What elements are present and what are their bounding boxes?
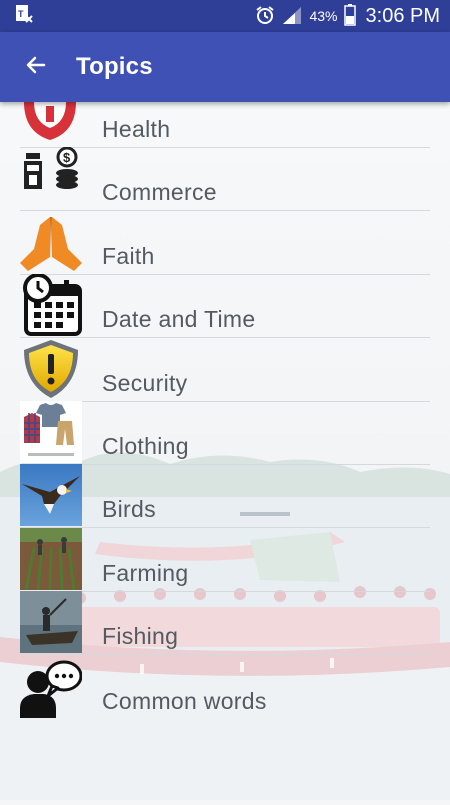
list-item-fishing[interactable]: Fishing [20, 591, 430, 656]
list-item-clothing[interactable]: Clothing [20, 400, 430, 465]
topic-label: Farming [102, 559, 189, 586]
topic-label: Birds [102, 496, 156, 523]
signal-icon [281, 5, 303, 28]
bird-image [20, 464, 82, 527]
topic-label: Security [102, 369, 188, 396]
calendar-clock-icon [20, 274, 82, 337]
list-item-date-and-time[interactable]: Date and Time [20, 274, 430, 339]
notification-tx-icon: T [14, 4, 34, 29]
list-item-faith[interactable]: Faith [20, 211, 430, 275]
list-item-commerce[interactable]: $ Commerce [20, 147, 430, 212]
praying-hands-icon [20, 211, 82, 273]
farming-image [20, 527, 82, 590]
list-item-health[interactable]: Health [20, 102, 430, 148]
speech-bubble-person-icon [20, 656, 82, 718]
health-icon [20, 102, 82, 146]
back-button[interactable] [16, 47, 56, 87]
topic-label: Clothing [102, 432, 189, 459]
battery-icon [343, 3, 356, 29]
topic-label: Date and Time [102, 306, 256, 333]
fishing-image [20, 591, 82, 654]
topic-list: Health $ Commerce Faith Date and Time Se… [20, 102, 430, 719]
topic-label: Fishing [102, 623, 179, 650]
svg-text:$: $ [63, 150, 71, 165]
page-title: Topics [76, 53, 153, 80]
svg-text:T: T [18, 9, 24, 19]
battery-percent: 43% [309, 8, 338, 24]
status-time: 3:06 PM [365, 4, 440, 27]
topic-label: Faith [102, 242, 155, 269]
list-item-common-words[interactable]: Common words [20, 655, 430, 718]
status-bar: T 43% 3:06 PM [0, 0, 450, 32]
list-item-farming[interactable]: Farming [20, 527, 430, 592]
app-bar: Topics [0, 32, 450, 102]
topic-label: Commerce [102, 179, 217, 206]
alarm-icon [255, 5, 275, 28]
commerce-icon: $ [20, 147, 82, 209]
arrow-left-icon [24, 53, 48, 82]
list-item-security[interactable]: Security [20, 338, 430, 402]
shield-icon [20, 338, 82, 400]
list-item-birds[interactable]: Birds [20, 464, 430, 529]
topic-label: Common words [102, 687, 267, 714]
topic-label: Health [102, 116, 171, 142]
clothing-image [20, 400, 82, 463]
